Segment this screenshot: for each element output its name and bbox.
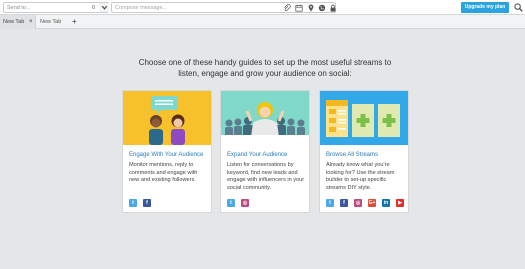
location-pin-icon[interactable]: [307, 4, 315, 12]
attachment-icon[interactable]: [283, 4, 291, 12]
tab-bar: New Tab × New Tab +: [0, 15, 525, 29]
card-title[interactable]: Browse All Streams: [326, 151, 378, 159]
tab-label: New Tab: [3, 19, 25, 25]
linkedin-icon: in: [382, 199, 390, 207]
send-to-count: 0: [92, 5, 96, 11]
tab-new-tab-active[interactable]: New Tab ×: [0, 15, 36, 29]
card-description: Already know what you're looking for? Us…: [326, 162, 395, 191]
guide-card-expand[interactable]: Expand Your Audience Listen for conversa…: [220, 90, 310, 213]
send-to-placeholder: Send to...: [7, 5, 31, 11]
card-title[interactable]: Expand Your Audience: [227, 151, 287, 159]
send-to-selector[interactable]: Send to... 0: [3, 2, 109, 13]
heading-line-1: Choose one of these handy guides to set …: [138, 58, 392, 67]
twitter-icon: t: [227, 199, 235, 207]
instagram-icon: ◎: [354, 199, 362, 207]
top-toolbar: Send to... 0 Compose message... Upgrade …: [0, 0, 525, 15]
search-icon[interactable]: [514, 3, 523, 12]
upgrade-plan-button[interactable]: Upgrade my plan: [461, 2, 509, 13]
twitter-icon: t: [129, 199, 137, 207]
compose-message-input[interactable]: Compose message...: [111, 2, 336, 13]
tab-label: New Tab: [40, 19, 62, 25]
twitter-icon: t: [326, 199, 334, 207]
compose-placeholder: Compose message...: [115, 5, 167, 11]
globe-icon[interactable]: [318, 4, 326, 12]
calendar-icon[interactable]: [295, 4, 303, 12]
expand-illustration: [221, 91, 309, 145]
card-description: Monitor mentions, reply to comments and …: [129, 162, 198, 184]
facebook-icon: f: [143, 199, 151, 207]
card-description: Listen for conversations by keyword, fin…: [227, 162, 305, 191]
browse-illustration: [320, 91, 408, 145]
add-tab-button[interactable]: +: [72, 15, 77, 29]
heading-line-2: listen, engage and grow your audience on…: [178, 69, 352, 78]
card-title[interactable]: Engage With Your Audience: [129, 151, 203, 159]
tab-new-tab[interactable]: New Tab: [39, 15, 67, 29]
facebook-icon: f: [340, 199, 348, 207]
guide-card-browse[interactable]: Browse All Streams Already know what you…: [319, 90, 409, 213]
instagram-icon: ◎: [241, 199, 249, 207]
page-heading: Choose one of these handy guides to set …: [0, 57, 525, 79]
lock-icon[interactable]: [329, 4, 337, 12]
guide-card-engage[interactable]: Engage With Your Audience Monitor mentio…: [122, 90, 212, 213]
google-plus-icon: G+: [368, 199, 376, 207]
engage-illustration: [123, 91, 211, 145]
youtube-icon: ▶: [396, 199, 404, 207]
close-icon[interactable]: ×: [29, 15, 33, 29]
chevron-down-icon[interactable]: [100, 3, 109, 12]
